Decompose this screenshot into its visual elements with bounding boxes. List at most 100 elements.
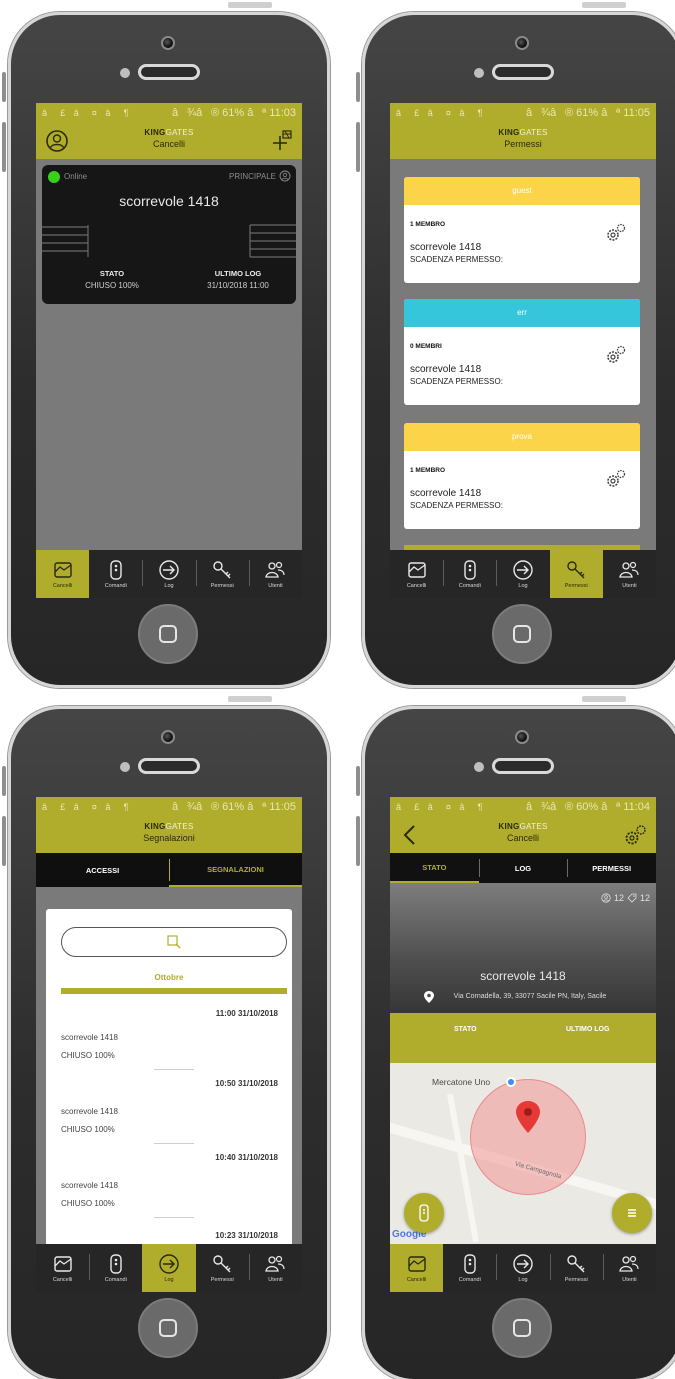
- status-bar: â£ â¤ â¶ â¾â® 60% âª 11:04: [390, 797, 656, 817]
- status-icons: â£ â¤ â¶: [42, 108, 132, 118]
- users-icon: [619, 561, 640, 578]
- home-button[interactable]: [492, 1298, 552, 1358]
- map-radius-circle: [470, 1079, 586, 1195]
- log-gate: scorrevole 1418: [61, 1033, 118, 1042]
- log-time: 10:50 31/10/2018: [215, 1079, 278, 1088]
- tab-permessi[interactable]: Permessi: [549, 1244, 603, 1292]
- tab-comandi[interactable]: Comandi: [443, 550, 496, 598]
- tab-permessi[interactable]: Permessi: [195, 550, 249, 598]
- member-count: 1 MEMBRO: [410, 221, 446, 228]
- gate-card[interactable]: Online PRINCIPALE scorrevole 1418 STATO …: [42, 165, 296, 304]
- power-button: [228, 696, 272, 702]
- screen: â£ â¤ â¶ â¾â® 61% âª 11:05 KINGGAT…: [36, 797, 302, 1292]
- tab-cancelli[interactable]: Cancelli: [390, 1244, 444, 1292]
- tab-cancelli[interactable]: Cancelli: [36, 550, 90, 598]
- permission-header: prova: [404, 423, 640, 451]
- permission-card[interactable]: prova 1 MEMBRO scorrevole 1418 SCADENZA …: [404, 423, 640, 529]
- earpiece-speaker: [138, 758, 200, 774]
- principale-label: PRINCIPALE: [229, 172, 276, 181]
- tab-log[interactable]: Log: [496, 550, 549, 598]
- permission-expiry: SCADENZA PERMESSO:: [410, 255, 503, 264]
- gate-icon: [407, 562, 426, 578]
- search-icon: [167, 935, 181, 949]
- remote-fab-button[interactable]: [404, 1193, 444, 1233]
- user-circle-icon[interactable]: [44, 128, 70, 154]
- search-input[interactable]: [61, 927, 287, 957]
- tab-permessi[interactable]: Permessi: [549, 550, 603, 598]
- user-circle-icon: [601, 893, 611, 903]
- log-time: 11:00 31/10/2018: [215, 1009, 278, 1018]
- tab-cancelli[interactable]: Cancelli: [36, 1244, 89, 1292]
- tab-segnalazioni[interactable]: SEGNALAZIONI: [169, 853, 302, 887]
- users-icon: [265, 1255, 286, 1272]
- gate-hero: 12 12 scorrevole 1418 Via Cornadella, 39…: [390, 883, 656, 1013]
- tab-log[interactable]: Log: [496, 1244, 549, 1292]
- menu-icon: [628, 1209, 636, 1217]
- volume-down-button: [356, 816, 360, 866]
- tab-permessi[interactable]: PERMESSI: [567, 853, 656, 883]
- remote-control-icon: [419, 1204, 429, 1222]
- phone-gate-detail: â£ â¤ â¶ â¾â® 60% âª 11:04 KINGGAT…: [356, 696, 675, 1379]
- home-button[interactable]: [138, 604, 198, 664]
- key-icon: [213, 561, 231, 579]
- remote-control-icon: [464, 560, 476, 580]
- tab-utenti[interactable]: Utenti: [248, 550, 302, 598]
- stato-value: CHIUSO 100%: [85, 281, 139, 290]
- tab-utenti[interactable]: Utenti: [248, 1244, 302, 1292]
- tab-utenti[interactable]: Utenti: [602, 1244, 656, 1292]
- volume-up-button: [356, 72, 360, 102]
- tab-accessi[interactable]: ACCESSI: [36, 853, 169, 887]
- bottom-tab-bar: Cancelli Comandi Log Permessi Utenti: [390, 1244, 656, 1292]
- tab-log[interactable]: LOG: [478, 853, 568, 883]
- gate-icon: [53, 1256, 72, 1272]
- users-count: 12: [613, 893, 624, 903]
- tab-log[interactable]: Log: [142, 1244, 196, 1292]
- log-gate: scorrevole 1418: [61, 1107, 118, 1116]
- phone-cancelli: â£ â¤ â¶ â¾â® 61% âª 11:03 KINGGAT…: [2, 2, 330, 688]
- tab-comandi[interactable]: Comandi: [89, 550, 142, 598]
- log-arrow-icon: [159, 1254, 179, 1274]
- back-arrow-icon[interactable]: [398, 822, 424, 848]
- log-gate: scorrevole 1418: [61, 1181, 118, 1190]
- permission-card[interactable]: guest 1 MEMBRO scorrevole 1418 SCADENZA …: [404, 177, 640, 283]
- add-gate-icon[interactable]: [268, 128, 294, 154]
- segment-tabs: ACCESSI SEGNALAZIONI: [36, 853, 302, 887]
- tab-comandi[interactable]: Comandi: [89, 1244, 142, 1292]
- status-time: â¾â® 61% âª 11:03: [172, 107, 296, 119]
- tab-permessi[interactable]: Permessi: [196, 1244, 249, 1292]
- tab-comandi[interactable]: Comandi: [443, 1244, 496, 1292]
- volume-down-button: [2, 816, 6, 866]
- app-header: KINGGATES Cancelli: [36, 123, 302, 159]
- settings-gears-icon[interactable]: [604, 343, 628, 367]
- ultimo-log-label: ULTIMO LOG: [214, 269, 262, 278]
- menu-fab-button[interactable]: [612, 1193, 652, 1233]
- tab-stato[interactable]: STATO: [390, 853, 479, 883]
- tab-cancelli[interactable]: Cancelli: [390, 550, 443, 598]
- gate-info-bar: STATO ULTIMO LOG: [390, 1013, 656, 1063]
- volume-up-button: [2, 766, 6, 796]
- log-state: CHIUSO 100%: [61, 1125, 115, 1134]
- map-pin-icon[interactable]: [516, 1101, 540, 1133]
- permission-card[interactable]: err 0 MEMBRI scorrevole 1418 SCADENZA PE…: [404, 299, 640, 405]
- status-icons: â£ â¤ â¶: [396, 802, 486, 812]
- home-button[interactable]: [138, 1298, 198, 1358]
- map-view[interactable]: Mercatone Uno Via Campagnola Google: [390, 1063, 656, 1244]
- earpiece-speaker: [138, 64, 200, 80]
- tab-label: Cancelli: [406, 1277, 427, 1283]
- screen: â£ â¤ â¶ â¾â® 61% âª 11:03 KINGGAT…: [36, 103, 302, 598]
- users-icon: [265, 561, 286, 578]
- page-title: Cancelli: [506, 833, 539, 843]
- tab-label: Permessi: [210, 1277, 234, 1283]
- map-poi-marker: [506, 1077, 516, 1087]
- settings-gears-icon[interactable]: [604, 467, 628, 491]
- settings-gears-icon[interactable]: [604, 221, 628, 245]
- home-button[interactable]: [492, 604, 552, 664]
- settings-gears-icon[interactable]: [622, 822, 648, 848]
- status-icons: â£ â¤ â¶: [42, 802, 132, 812]
- tab-utenti[interactable]: Utenti: [603, 550, 656, 598]
- volume-up-button: [356, 766, 360, 796]
- key-icon: [567, 561, 585, 579]
- log-separator: [154, 1143, 194, 1144]
- tab-log[interactable]: Log: [142, 550, 195, 598]
- volume-down-button: [2, 122, 6, 172]
